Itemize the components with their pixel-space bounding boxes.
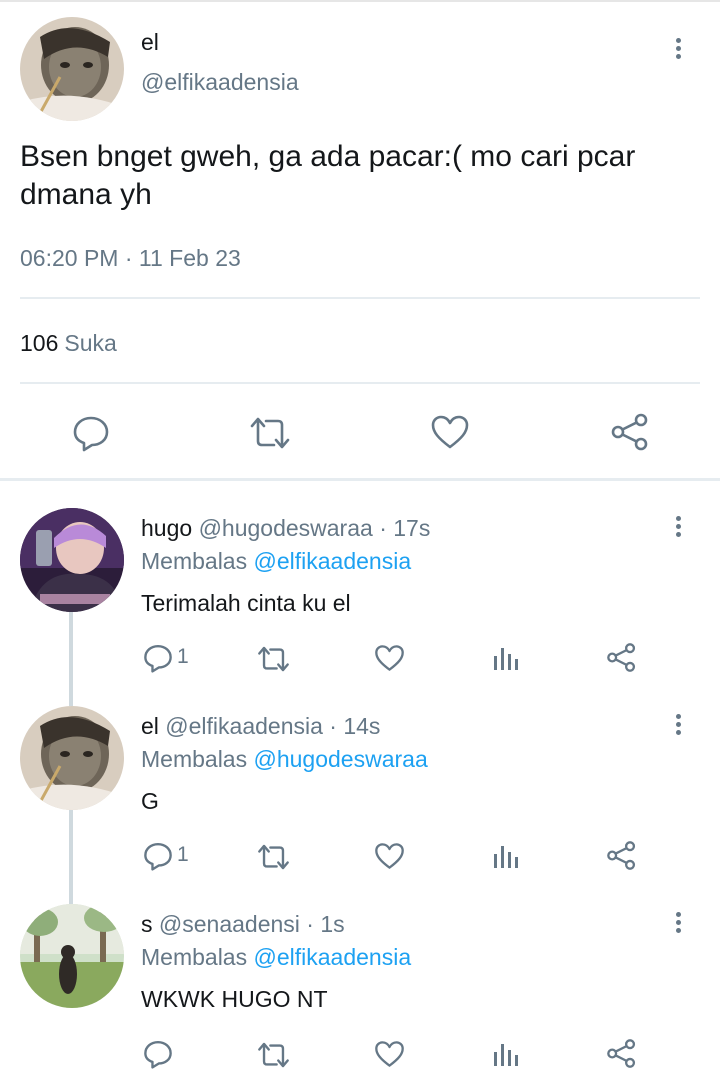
retweet-button[interactable] xyxy=(256,644,291,674)
reply-time: · 17s xyxy=(379,515,431,541)
retweet-button[interactable] xyxy=(256,842,291,872)
author-handle[interactable]: @senaadensi xyxy=(159,911,300,937)
retweet-icon xyxy=(250,417,290,449)
avatar[interactable] xyxy=(20,17,124,121)
reply-icon xyxy=(73,416,109,452)
share-icon xyxy=(607,643,636,672)
replying-label: Membalas xyxy=(141,548,248,574)
analytics-icon xyxy=(494,648,518,670)
share-icon xyxy=(607,1039,636,1068)
mention-link[interactable]: @hugodeswaraa xyxy=(254,746,428,772)
like-icon xyxy=(375,645,404,671)
more-vertical-icon[interactable] xyxy=(674,912,682,940)
reply-header: hugo @hugodeswaraa · 17s xyxy=(141,514,430,542)
mention-link[interactable]: @elfikaadensia xyxy=(254,944,412,970)
likes-stat[interactable]: 106 Suka xyxy=(20,328,117,358)
reply-icon xyxy=(144,842,172,871)
like-button[interactable] xyxy=(374,842,405,870)
reply-header: el @elfikaadensia · 14s xyxy=(141,712,380,740)
tweet-text: Bsen bnget gweh, ga ada pacar:( mo cari … xyxy=(20,140,636,211)
author-name[interactable]: el xyxy=(141,713,159,739)
share-button[interactable] xyxy=(606,840,637,871)
author-name[interactable]: hugo xyxy=(141,515,192,541)
analytics-button[interactable] xyxy=(492,644,520,672)
reply-icon xyxy=(144,1040,172,1069)
author-handle[interactable]: @elfikaadensia xyxy=(165,713,323,739)
analytics-icon xyxy=(494,846,518,868)
reply-button[interactable]: 1 xyxy=(143,643,189,673)
likes-count: 106 xyxy=(20,330,59,356)
replying-to: Membalas @elfikaadensia xyxy=(141,943,411,971)
like-icon xyxy=(375,843,404,869)
share-icon xyxy=(611,413,648,451)
divider xyxy=(20,297,700,299)
reply-button[interactable] xyxy=(143,1039,173,1069)
likes-label: Suka xyxy=(64,330,117,356)
reply-text: WKWK HUGO NT xyxy=(141,986,328,1012)
author-handle[interactable]: @hugodeswaraa xyxy=(199,515,373,541)
share-button[interactable] xyxy=(610,412,650,452)
reply-header: s @senaadensi · 1s xyxy=(141,910,345,938)
author-name[interactable]: el xyxy=(141,28,159,56)
reply-count: 1 xyxy=(177,645,189,668)
mention-link[interactable]: @elfikaadensia xyxy=(254,548,412,574)
tweet-timestamp: 06:20 PM · 11 Feb 23 xyxy=(20,243,241,273)
tweet-time: 06:20 PM xyxy=(20,245,119,271)
like-button[interactable] xyxy=(430,414,470,450)
retweet-icon xyxy=(258,646,289,672)
divider xyxy=(20,382,700,384)
like-icon xyxy=(431,415,469,449)
more-vertical-icon[interactable] xyxy=(674,714,682,742)
tweet-date: 11 Feb 23 xyxy=(138,245,241,271)
meta-separator: · xyxy=(124,245,133,271)
more-vertical-icon[interactable] xyxy=(674,516,682,544)
reply-count: 1 xyxy=(177,843,189,866)
thread-line xyxy=(69,810,73,904)
share-icon xyxy=(607,841,636,870)
analytics-button[interactable] xyxy=(492,1040,520,1068)
reply-text: Terimalah cinta ku el xyxy=(141,590,351,616)
top-divider xyxy=(0,0,720,2)
reply-time: · 14s xyxy=(329,713,381,739)
avatar[interactable] xyxy=(20,904,124,1008)
analytics-button[interactable] xyxy=(492,842,520,870)
share-button[interactable] xyxy=(606,1038,637,1069)
author-name[interactable]: s xyxy=(141,911,153,937)
replying-label: Membalas xyxy=(141,746,248,772)
more-vertical-icon[interactable] xyxy=(674,38,682,66)
replying-to: Membalas @elfikaadensia xyxy=(141,547,411,575)
analytics-icon xyxy=(494,1044,518,1066)
replying-to: Membalas @hugodeswaraa xyxy=(141,745,428,773)
reply-button[interactable]: 1 xyxy=(143,841,189,871)
replying-label: Membalas xyxy=(141,944,248,970)
avatar[interactable] xyxy=(20,706,124,810)
like-icon xyxy=(375,1041,404,1067)
avatar[interactable] xyxy=(20,508,124,612)
section-divider xyxy=(0,478,720,481)
like-button[interactable] xyxy=(374,644,405,672)
author-handle[interactable]: @elfikaadensia xyxy=(141,68,299,96)
thread-line xyxy=(69,612,73,706)
retweet-icon xyxy=(258,844,289,870)
reply-text: G xyxy=(141,788,159,814)
like-button[interactable] xyxy=(374,1040,405,1068)
reply-button[interactable] xyxy=(72,414,110,452)
reply-time: · 1s xyxy=(306,911,345,937)
retweet-button[interactable] xyxy=(256,1040,291,1070)
share-button[interactable] xyxy=(606,642,637,673)
retweet-button[interactable] xyxy=(248,414,292,452)
reply-icon xyxy=(144,644,172,673)
retweet-icon xyxy=(258,1042,289,1068)
